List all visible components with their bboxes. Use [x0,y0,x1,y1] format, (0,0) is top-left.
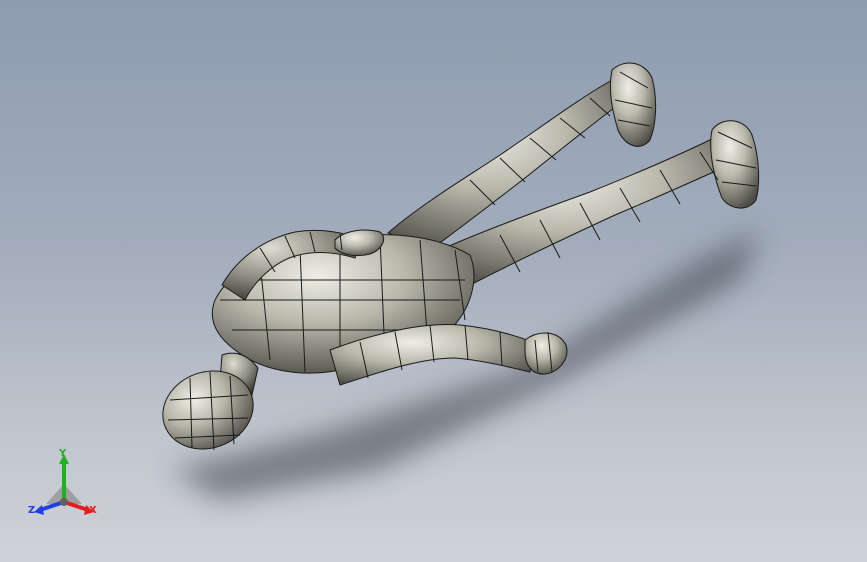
z-axis-label: Z [28,505,36,516]
right-foot [710,120,760,209]
graphics-viewport[interactable]: Y Z X [0,0,867,562]
left-foot [609,62,657,147]
y-axis-label: Y [59,448,67,459]
mannequin-model[interactable] [0,0,867,562]
right-leg [439,134,741,286]
x-axis-label: X [89,505,97,516]
coordinate-triad: Y Z X [28,448,102,522]
